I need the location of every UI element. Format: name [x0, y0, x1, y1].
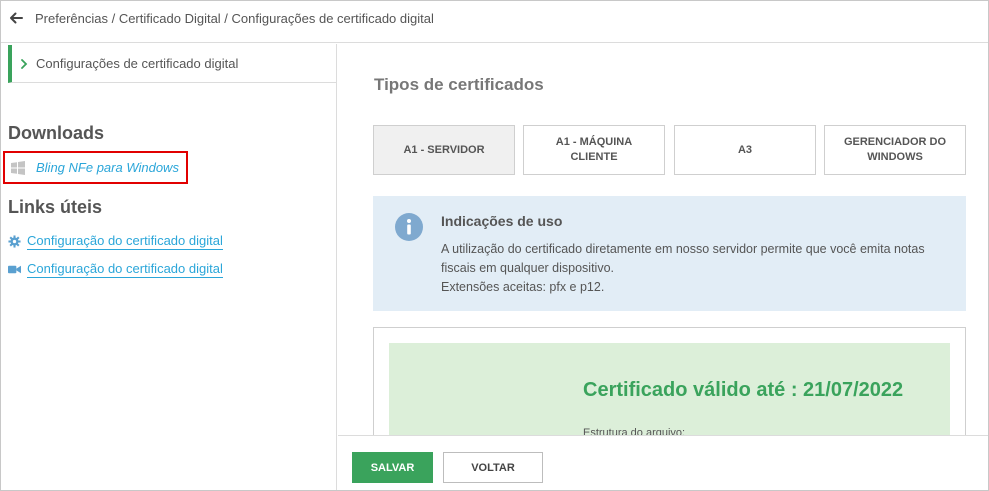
- certificate-status-box: Certificado válido até : 21/07/2022 Estr…: [389, 343, 950, 436]
- usage-info-box: Indicações de uso A utilização do certif…: [373, 196, 966, 311]
- certificate-panel: Certificado válido até : 21/07/2022 Estr…: [373, 327, 966, 436]
- window: Preferências / Certificado Digital / Con…: [0, 0, 989, 491]
- breadcrumb: Preferências / Certificado Digital / Con…: [35, 11, 434, 26]
- page-title: Tipos de certificados: [374, 75, 544, 94]
- certificate-validity: Certificado válido até : 21/07/2022: [583, 379, 904, 401]
- video-icon: [8, 265, 21, 274]
- downloads-heading: Downloads: [8, 123, 105, 143]
- sidebar-item-label: Configurações de certificado digital: [36, 56, 239, 71]
- main-content: Tipos de certificados A1 - SERVIDOR A1 -…: [338, 44, 988, 436]
- footer-actions: SALVAR VOLTAR: [338, 435, 988, 490]
- info-text: A utilização do certificado diretamente …: [441, 240, 951, 297]
- useful-link-label[interactable]: Configuração do certificado digital: [27, 261, 223, 278]
- info-description: A utilização do certificado diretamente …: [441, 242, 925, 275]
- useful-link-config-video[interactable]: Configuração do certificado digital: [8, 261, 223, 278]
- download-link-highlight: Bling NFe para Windows: [3, 151, 188, 184]
- tab-gerenciador-windows[interactable]: GERENCIADOR DO WINDOWS: [824, 125, 966, 175]
- info-icon: [395, 213, 423, 241]
- certificate-type-tabs: A1 - SERVIDOR A1 - MÁQUINA CLIENTE A3 GE…: [373, 125, 966, 175]
- info-title: Indicações de uso: [441, 213, 563, 229]
- useful-links-heading: Links úteis: [8, 197, 103, 217]
- tab-a1-maquina-cliente[interactable]: A1 - MÁQUINA CLIENTE: [523, 125, 665, 175]
- useful-link-label[interactable]: Configuração do certificado digital: [27, 233, 223, 250]
- useful-link-config-gear[interactable]: Configuração do certificado digital: [8, 233, 223, 250]
- info-extensions: Extensões aceitas: pfx e p12.: [441, 280, 605, 294]
- download-bling-nfe-link[interactable]: Bling NFe para Windows: [36, 160, 179, 175]
- back-arrow-icon[interactable]: [8, 10, 24, 26]
- chevron-right-icon: [21, 58, 28, 69]
- sidebar-item-config-certificado[interactable]: Configurações de certificado digital: [8, 45, 337, 83]
- gear-icon: [8, 235, 21, 248]
- sidebar: Configurações de certificado digital Dow…: [1, 44, 337, 490]
- tab-a1-servidor[interactable]: A1 - SERVIDOR: [373, 125, 515, 175]
- windows-icon: [11, 160, 25, 175]
- tab-a3[interactable]: A3: [674, 125, 816, 175]
- top-bar: Preferências / Certificado Digital / Con…: [1, 1, 988, 43]
- back-button[interactable]: VOLTAR: [443, 452, 543, 483]
- save-button[interactable]: SALVAR: [352, 452, 433, 483]
